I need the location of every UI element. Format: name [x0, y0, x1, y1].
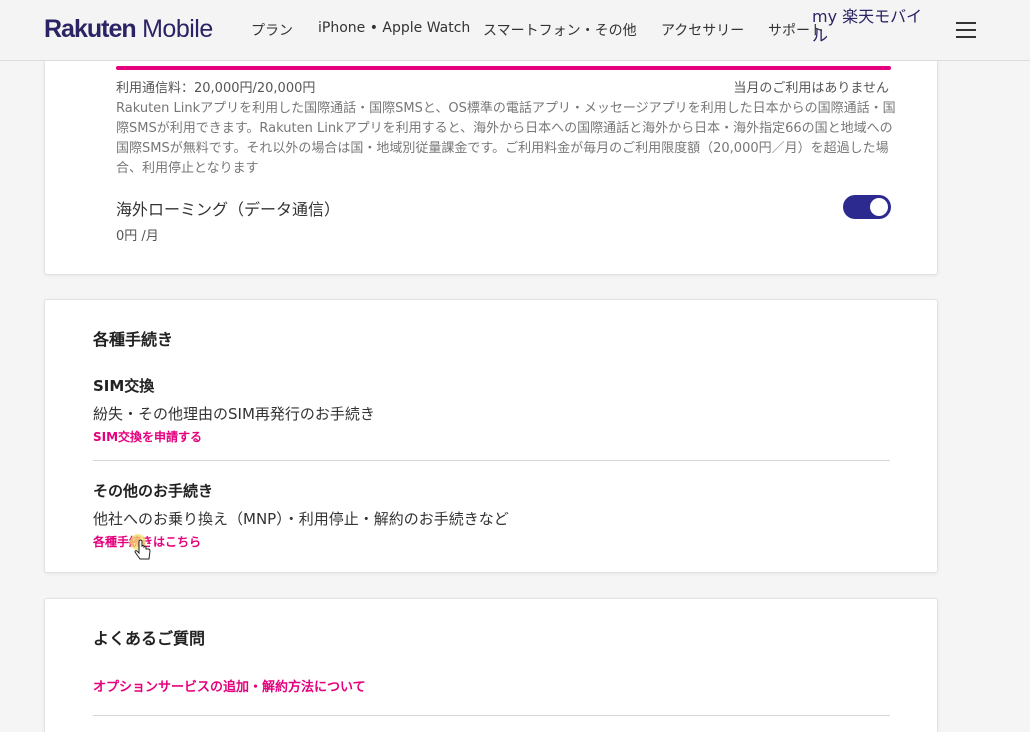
usage-amount: 利用通信料：20,000円/20,000円 — [116, 81, 316, 96]
rakuten-mobile-logo[interactable]: Rakuten Mobile — [44, 15, 213, 44]
sim-exchange-link[interactable]: SIM交換を申請する — [93, 428, 202, 445]
procedures-title: 各種手続き — [93, 330, 174, 349]
nav-plan[interactable]: プラン — [251, 20, 293, 40]
logo-brand: Rakuten — [44, 15, 137, 43]
intl-options-card: 利用通信料：20,000円/20,000円 当月のご利用はありません Rakut… — [44, 40, 938, 275]
divider — [93, 460, 890, 461]
usage-status: 当月のご利用はありません — [733, 81, 889, 96]
faq-title: よくあるご質問 — [93, 629, 206, 648]
faq-card: よくあるご質問 オプションサービスの追加・解約方法について — [44, 598, 938, 732]
other-procedures-description: 他社へのお乗り換え（MNP）・利用停止・解約のお手続きなど — [93, 510, 509, 528]
intl-call-description: Rakuten Linkアプリを利用した国際通話・国際SMSと、OS標準の電話ア… — [116, 101, 896, 176]
usage-progress-bar — [116, 66, 891, 70]
hamburger-icon[interactable] — [956, 22, 976, 38]
toggle-knob — [870, 198, 888, 216]
divider — [93, 715, 890, 716]
roaming-title: 海外ローミング（データ通信） — [116, 200, 341, 219]
my-rakuten-mobile-link[interactable]: my 楽天モバイル — [812, 7, 924, 45]
sim-exchange-description: 紛失・その他理由のSIM再発行のお手続き — [93, 405, 375, 423]
roaming-toggle[interactable] — [843, 195, 891, 219]
other-procedures-title: その他のお手続き — [93, 482, 214, 500]
procedures-card: 各種手続き SIM交換 紛失・その他理由のSIM再発行のお手続き SIM交換を申… — [44, 299, 938, 573]
roaming-price: 0円 /月 — [116, 229, 159, 244]
nav-smartphone-other[interactable]: スマートフォン・その他 — [483, 20, 637, 40]
hand-cursor-icon — [130, 534, 151, 560]
faq-link-option-service[interactable]: オプションサービスの追加・解約方法について — [93, 676, 366, 695]
site-header: Rakuten Mobile プラン iPhone • Apple Watch … — [0, 0, 1030, 61]
logo-product: Mobile — [142, 15, 213, 43]
sim-exchange-title: SIM交換 — [93, 377, 155, 395]
nav-accessory[interactable]: アクセサリー — [661, 20, 744, 40]
nav-iphone-apple-watch[interactable]: iPhone • Apple Watch — [318, 20, 470, 36]
